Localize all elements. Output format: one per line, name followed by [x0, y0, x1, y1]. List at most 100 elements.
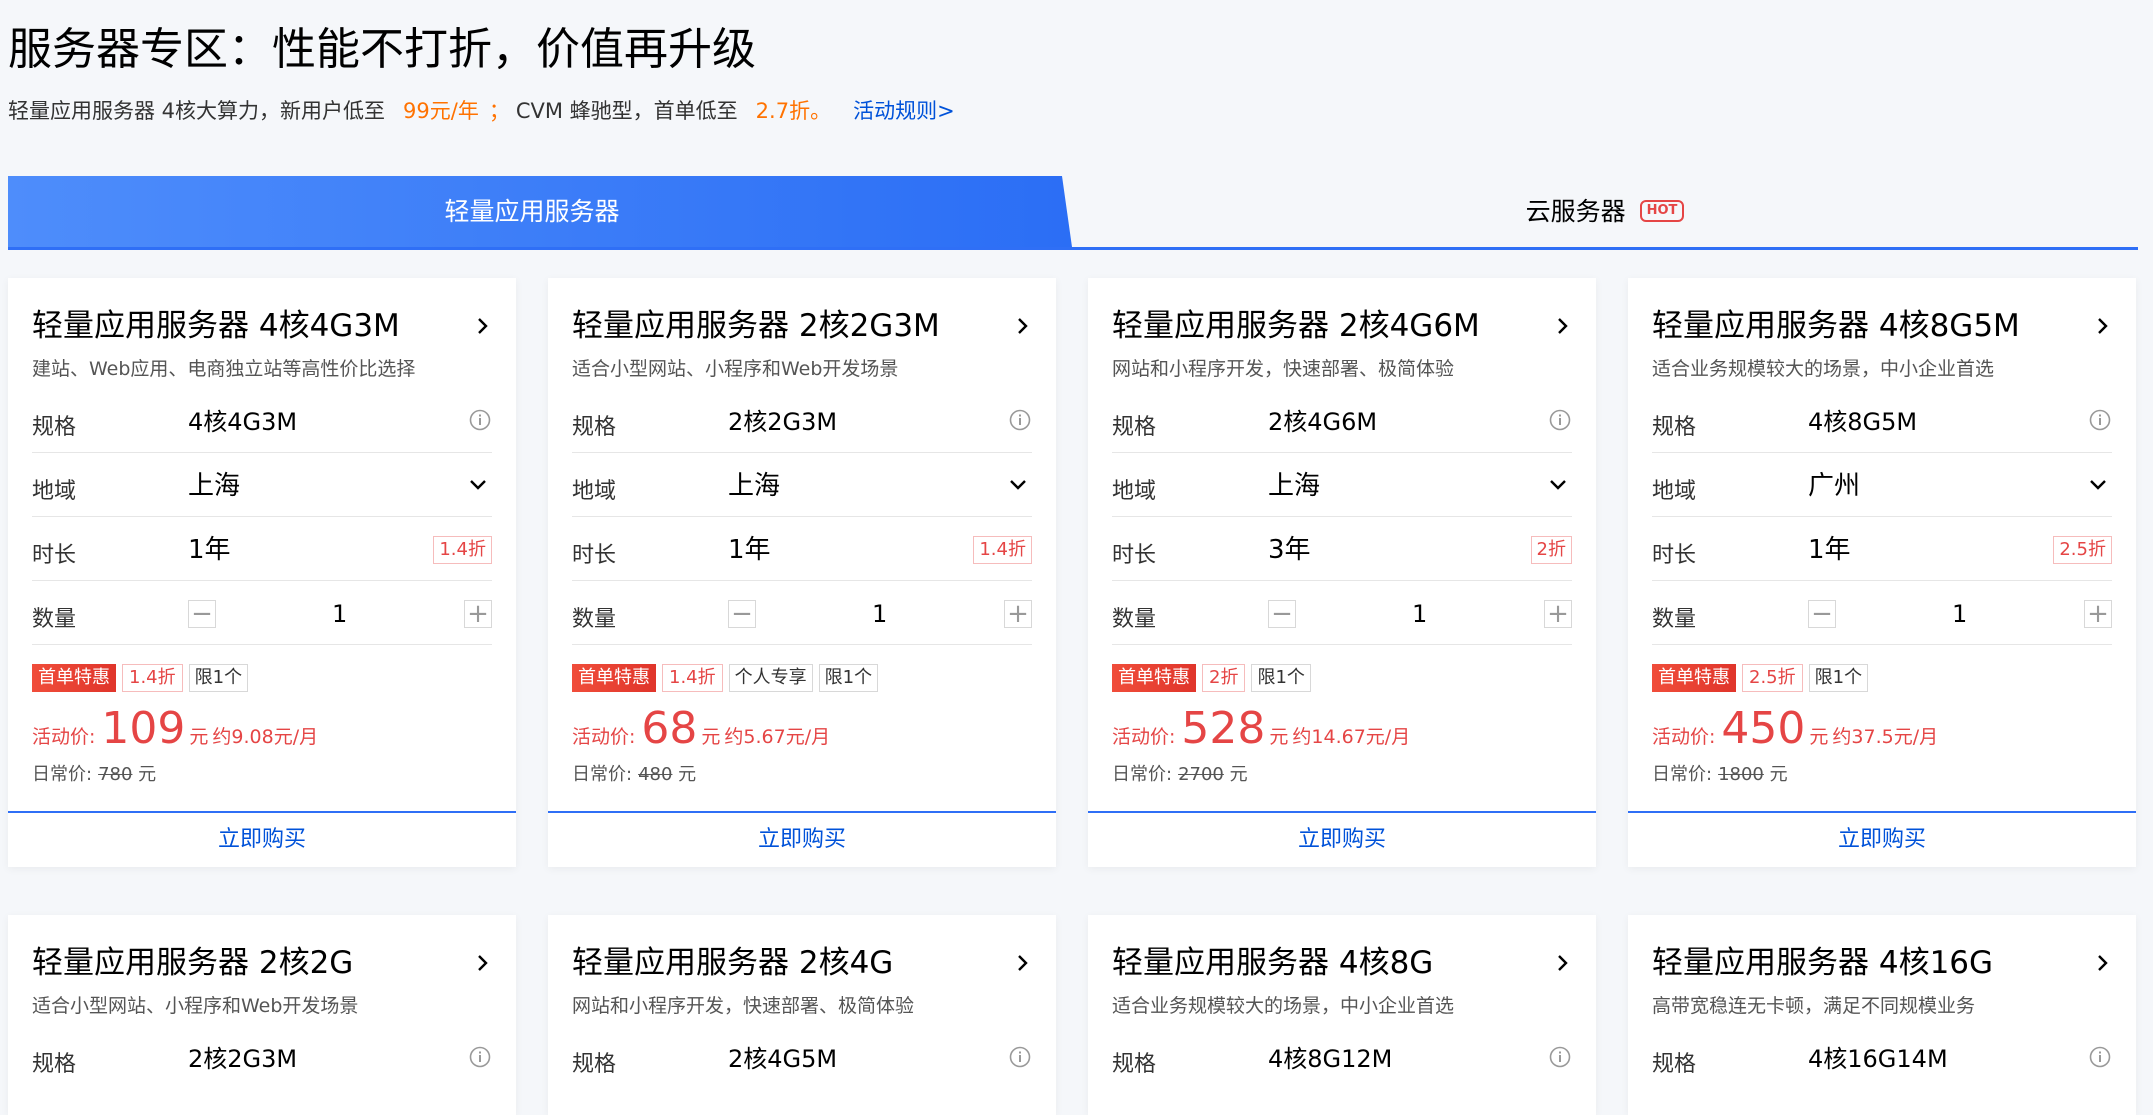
- promo-tags: 首单特惠 1.4折 个人专享 限1个: [572, 664, 884, 694]
- price-label: 活动价:: [1652, 726, 1716, 748]
- region-select[interactable]: 地域 上海: [32, 454, 492, 517]
- chevron-down-icon[interactable]: [1548, 474, 1568, 494]
- quantity-value[interactable]: 1: [1952, 598, 1967, 630]
- promo-tags: 首单特惠 1.4折 限1个: [32, 664, 254, 694]
- card-header-link[interactable]: 轻量应用服务器 2核2G: [32, 943, 492, 983]
- quantity-value[interactable]: 1: [872, 598, 887, 630]
- duration-discount-tag: 1.4折: [433, 536, 492, 564]
- product-card: 轻量应用服务器 4核16G 高带宽稳连无卡顿，满足不同规模业务 规格 4核16G…: [1628, 915, 2136, 1115]
- region-select[interactable]: 地域 广州: [1652, 454, 2112, 517]
- first-order-tag: 首单特惠: [1112, 664, 1196, 692]
- chevron-down-icon[interactable]: [2088, 474, 2108, 494]
- spec-value: 2核2G3M: [188, 1045, 298, 1073]
- spec-value: 4核16G14M: [1808, 1045, 1948, 1073]
- price-label: 活动价:: [32, 726, 96, 748]
- orig-label: 日常价:: [32, 764, 93, 785]
- region-value: 上海: [188, 471, 241, 501]
- price-unit: 元: [189, 726, 209, 748]
- product-tabs: 轻量应用服务器 云服务器 HOT: [8, 176, 2138, 250]
- page-title: 服务器专区：性能不打折，价值再升级: [8, 24, 756, 75]
- original-price: 日常价: 780 元: [32, 760, 156, 786]
- orig-unit: 元: [1229, 764, 1248, 785]
- chevron-right-icon: [478, 955, 488, 971]
- duration-label: 时长: [572, 543, 617, 568]
- product-card: 轻量应用服务器 4核8G5M 适合业务规模较大的场景，中小企业首选 规格 4核8…: [1628, 278, 2136, 867]
- region-label: 地域: [1112, 479, 1157, 504]
- duration-field[interactable]: 时长 1年 2.5折: [1652, 518, 2112, 581]
- plus-button[interactable]: +: [1004, 600, 1032, 628]
- plus-button[interactable]: +: [1544, 600, 1572, 628]
- minus-button[interactable]: −: [1268, 600, 1296, 628]
- tab-lighthouse[interactable]: 轻量应用服务器: [8, 176, 1072, 247]
- duration-discount-tag: 1.4折: [973, 536, 1032, 564]
- spec-field: 规格 2核2G3M: [572, 390, 1032, 453]
- card-header-link[interactable]: 轻量应用服务器 4核8G5M: [1652, 306, 2112, 346]
- spec-field: 规格 2核4G5M: [572, 1027, 1032, 1089]
- minus-button[interactable]: −: [1808, 600, 1836, 628]
- price-value: 528: [1181, 703, 1266, 754]
- duration-value: 1年: [1808, 535, 1851, 565]
- quantity-value[interactable]: 1: [332, 598, 347, 630]
- duration-discount-tag: 2折: [1530, 536, 1572, 564]
- duration-label: 时长: [1112, 543, 1157, 568]
- card-description: 网站和小程序开发，快速部署、极简体验: [572, 995, 915, 1017]
- info-icon[interactable]: [468, 408, 492, 432]
- activity-rules-link[interactable]: 活动规则>: [853, 99, 955, 123]
- region-select[interactable]: 地域 上海: [572, 454, 1032, 517]
- card-header-link[interactable]: 轻量应用服务器 2核4G: [572, 943, 1032, 983]
- first-order-tag: 首单特惠: [572, 664, 656, 692]
- card-header-link[interactable]: 轻量应用服务器 4核4G3M: [32, 306, 492, 346]
- discount-tag: 1.4折: [122, 664, 183, 692]
- info-icon[interactable]: [2088, 408, 2112, 432]
- limit-tag: 限1个: [818, 664, 879, 692]
- card-title: 轻量应用服务器 2核4G6M: [1112, 308, 1480, 344]
- monthly-price: 约37.5元/月: [1832, 726, 1939, 748]
- info-icon[interactable]: [1008, 1045, 1032, 1069]
- card-header-link[interactable]: 轻量应用服务器 4核16G: [1652, 943, 2112, 983]
- chevron-down-icon[interactable]: [468, 474, 488, 494]
- activity-price: 活动价: 109 元约9.08元/月: [32, 704, 318, 754]
- buy-now-button[interactable]: 立即购买: [8, 811, 516, 867]
- spec-label: 规格: [32, 415, 77, 440]
- plus-button[interactable]: +: [464, 600, 492, 628]
- info-icon[interactable]: [1548, 408, 1572, 432]
- spec-value: 4核8G5M: [1808, 408, 1918, 436]
- original-price: 日常价: 480 元: [572, 760, 696, 786]
- product-card: 轻量应用服务器 2核4G 网站和小程序开发，快速部署、极简体验 规格 2核4G5…: [548, 915, 1056, 1115]
- activity-price: 活动价: 450 元约37.5元/月: [1652, 704, 1938, 754]
- info-icon[interactable]: [2088, 1045, 2112, 1069]
- price-value: 109: [101, 703, 186, 754]
- promo-tags: 首单特惠 2折 限1个: [1112, 664, 1317, 694]
- info-icon[interactable]: [1008, 408, 1032, 432]
- card-header-link[interactable]: 轻量应用服务器 2核4G6M: [1112, 306, 1572, 346]
- duration-field[interactable]: 时长 1年 1.4折: [32, 518, 492, 581]
- card-header-link[interactable]: 轻量应用服务器 4核8G: [1112, 943, 1572, 983]
- region-label: 地域: [572, 479, 617, 504]
- chevron-down-icon[interactable]: [1008, 474, 1028, 494]
- card-header-link[interactable]: 轻量应用服务器 2核2G3M: [572, 306, 1032, 346]
- plus-button[interactable]: +: [2084, 600, 2112, 628]
- quantity-stepper: 数量 − 1 +: [1112, 582, 1572, 645]
- orig-unit: 元: [1769, 764, 1788, 785]
- quantity-value[interactable]: 1: [1412, 598, 1427, 630]
- chevron-right-icon: [478, 318, 488, 334]
- duration-value: 1年: [188, 535, 231, 565]
- card-title: 轻量应用服务器 4核4G3M: [32, 308, 400, 344]
- info-icon[interactable]: [468, 1045, 492, 1069]
- duration-field[interactable]: 时长 3年 2折: [1112, 518, 1572, 581]
- quantity-label: 数量: [32, 607, 77, 632]
- price-value: 68: [641, 703, 698, 754]
- minus-button[interactable]: −: [188, 600, 216, 628]
- info-icon[interactable]: [1548, 1045, 1572, 1069]
- buy-now-button[interactable]: 立即购买: [1628, 811, 2136, 867]
- tab-cvm[interactable]: 云服务器 HOT: [1072, 176, 2138, 247]
- minus-button[interactable]: −: [728, 600, 756, 628]
- card-title: 轻量应用服务器 4核8G: [1112, 945, 1434, 981]
- duration-field[interactable]: 时长 1年 1.4折: [572, 518, 1032, 581]
- buy-now-button[interactable]: 立即购买: [1088, 811, 1596, 867]
- region-select[interactable]: 地域 上海: [1112, 454, 1572, 517]
- buy-now-button[interactable]: 立即购买: [548, 811, 1056, 867]
- first-order-tag: 首单特惠: [1652, 664, 1736, 692]
- spec-field: 规格 4核8G5M: [1652, 390, 2112, 453]
- spec-label: 规格: [1652, 415, 1697, 440]
